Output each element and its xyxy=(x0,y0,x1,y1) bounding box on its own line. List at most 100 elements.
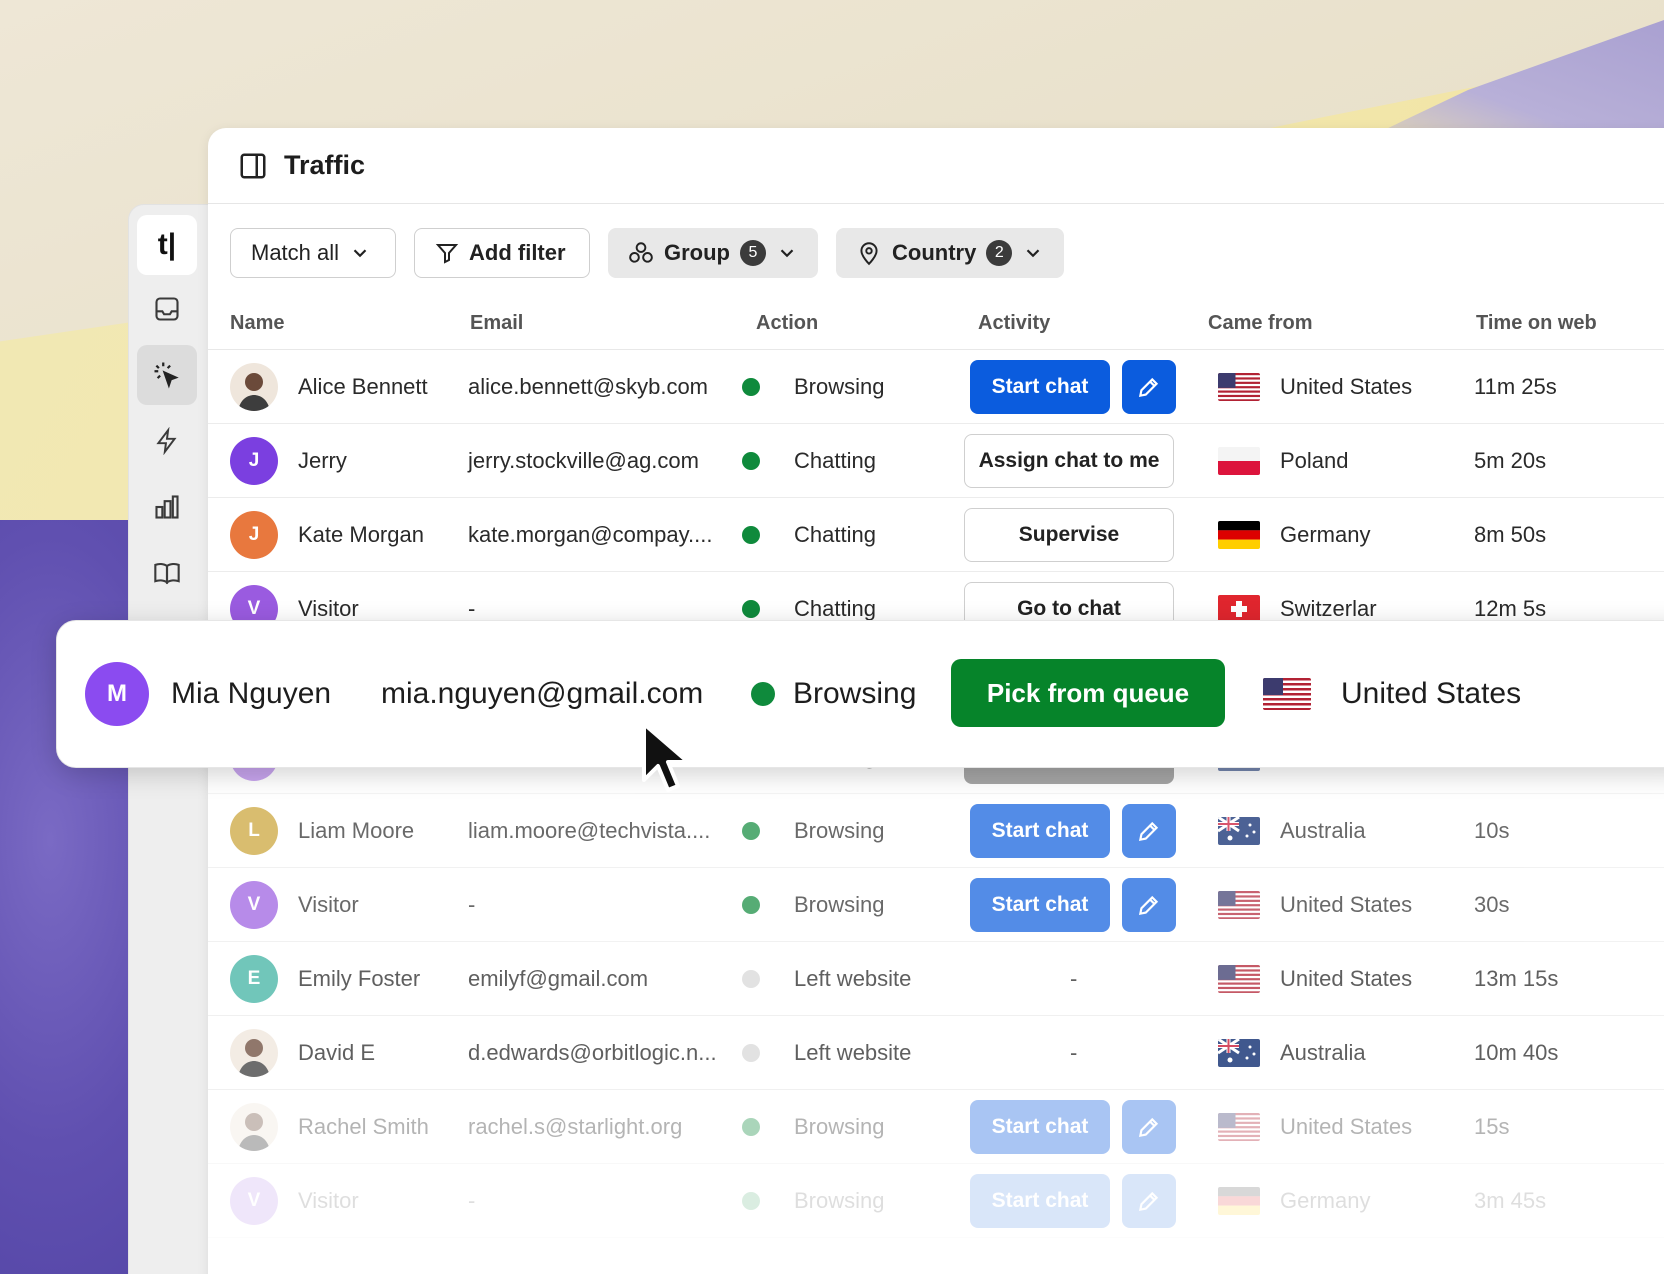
germany-flag-icon xyxy=(1218,520,1260,549)
column-header-came-from[interactable]: Came from xyxy=(1208,312,1312,335)
location-pin-icon xyxy=(860,242,878,266)
chevron-down-icon xyxy=(353,249,367,258)
bar-chart-icon[interactable] xyxy=(137,477,197,537)
time-on-web: 10s xyxy=(1474,817,1510,843)
avatar xyxy=(230,1028,278,1077)
visitor-country: Australia xyxy=(1280,1039,1366,1065)
table-row[interactable]: J Jerry jerry.stockville@ag.com Chatting Ass… xyxy=(208,424,1664,498)
assign-chat-to-me-button[interactable]: Assign chat to me xyxy=(964,433,1174,488)
visitor-email: d.edwards@orbitlogic.n... xyxy=(468,1039,717,1065)
status-dot xyxy=(742,377,760,396)
time-on-web: 3m 45s xyxy=(1474,1187,1547,1213)
visitor-email: jerry.stockville@ag.com xyxy=(468,447,699,473)
start-chat-button[interactable]: Start chat xyxy=(970,877,1110,932)
group-label: Group xyxy=(664,240,730,265)
table-row[interactable]: V Visitor - Browsing Start chat United States… xyxy=(208,868,1664,942)
visitor-name: Emily Foster xyxy=(298,965,421,991)
visitor-status: Chatting xyxy=(794,521,876,547)
lightning-icon[interactable] xyxy=(137,411,197,471)
start-chat-button[interactable]: Start chat xyxy=(970,1099,1110,1154)
pick-from-queue-button[interactable]: Pick from queue xyxy=(951,659,1225,727)
united-states-flag-icon xyxy=(1218,890,1260,919)
us-flag-icon xyxy=(1263,678,1311,710)
table-row[interactable]: E Emily Foster emilyf@gmail.com Left websit… xyxy=(208,942,1664,1016)
avatar: J xyxy=(230,510,278,559)
visitor-name: Rachel Smith xyxy=(298,1113,429,1139)
time-on-web: 13m 15s xyxy=(1474,965,1559,991)
start-chat-button[interactable]: Start chat xyxy=(970,359,1110,414)
visitor-name: Mia Nguyen xyxy=(171,677,332,710)
edit-icon[interactable] xyxy=(1122,1099,1176,1154)
add-filter-button[interactable]: Add filter xyxy=(414,228,590,278)
column-header-email[interactable]: Email xyxy=(470,312,523,335)
book-icon[interactable] xyxy=(137,543,197,603)
visitor-email: - xyxy=(468,595,476,621)
traffic-cursor-icon[interactable] xyxy=(137,345,197,405)
start-chat-button[interactable]: Start chat xyxy=(970,1173,1110,1228)
united-states-flag-icon xyxy=(1218,1112,1260,1141)
edit-icon[interactable] xyxy=(1122,359,1176,414)
visitor-status: Browsing xyxy=(793,677,917,710)
visitor-country: Switzerlar xyxy=(1280,595,1377,621)
visitor-email: rachel.s@starlight.org xyxy=(468,1113,683,1139)
visitor-email: alice.bennett@skyb.com xyxy=(468,373,709,399)
app-logo[interactable]: t| xyxy=(137,215,197,275)
visitor-name: Jerry xyxy=(298,447,347,473)
visitor-country: United States xyxy=(1280,891,1413,917)
visitor-name: Visitor xyxy=(298,595,359,621)
table-row[interactable]: Rachel Smith rachel.s@starlight.org Browsi… xyxy=(208,1090,1664,1164)
time-on-web: 8m 50s xyxy=(1474,521,1547,547)
visitor-email: - xyxy=(468,891,476,917)
status-dot xyxy=(742,599,760,618)
chevron-down-icon xyxy=(1027,249,1040,258)
status-dot xyxy=(751,682,775,706)
edit-icon[interactable] xyxy=(1122,877,1176,932)
table-row[interactable]: David E d.edwards@orbitlogic.n... Left web… xyxy=(208,1016,1664,1090)
visitor-status: Chatting xyxy=(794,447,876,473)
column-header-time-on-web[interactable]: Time on web xyxy=(1476,312,1597,335)
country-filter-chip[interactable]: Country 2 xyxy=(836,228,1065,278)
time-on-web: 10m 40s xyxy=(1474,1039,1559,1065)
supervise-button[interactable]: Supervise xyxy=(964,507,1174,562)
visitor-status: Browsing xyxy=(794,817,885,843)
visitor-email: mia.nguyen@gmail.com xyxy=(381,677,704,710)
highlighted-visitor-row[interactable]: M Mia Nguyen mia.nguyen@gmail.com Browsi… xyxy=(56,620,1664,768)
edit-icon[interactable] xyxy=(1122,1173,1176,1228)
panel-toggle-icon[interactable] xyxy=(238,151,268,181)
australia-flag-icon xyxy=(1218,816,1260,845)
visitor-country: Poland xyxy=(1280,447,1349,473)
column-header-activity[interactable]: Activity xyxy=(978,312,1050,335)
visitor-country: Australia xyxy=(1280,817,1366,843)
group-filter-chip[interactable]: Group 5 xyxy=(608,228,818,278)
group-icon xyxy=(629,242,653,263)
match-all-label: Match all xyxy=(251,240,340,265)
visitor-country: United States xyxy=(1280,1113,1413,1139)
table-row[interactable]: L Liam Moore liam.moore@techvista.... Brows… xyxy=(208,794,1664,868)
action-empty: - xyxy=(1070,1039,1078,1065)
visitor-email: liam.moore@techvista.... xyxy=(468,817,711,843)
visitor-email: kate.morgan@compay.... xyxy=(468,521,713,547)
switzerlar-flag-icon xyxy=(1218,594,1260,623)
start-chat-button[interactable]: Start chat xyxy=(970,803,1110,858)
table-row[interactable]: Alice Bennett alice.bennett@skyb.com Brows… xyxy=(208,350,1664,424)
visitor-name: Visitor xyxy=(298,891,359,917)
avatar: V xyxy=(230,880,278,929)
visitor-country: Germany xyxy=(1280,521,1371,547)
match-all-dropdown[interactable]: Match all xyxy=(230,228,396,278)
country-label: Country xyxy=(892,240,977,265)
avatar: V xyxy=(230,1176,278,1225)
status-dot xyxy=(742,1191,760,1210)
page-title: Traffic xyxy=(284,150,366,180)
poland-flag-icon xyxy=(1218,446,1260,475)
inbox-icon[interactable] xyxy=(137,279,197,339)
visitor-name: Alice Bennett xyxy=(298,373,428,399)
status-dot xyxy=(742,821,760,840)
visitor-status: Left website xyxy=(794,965,912,991)
table-row[interactable]: V Visitor - Browsing Start chat Germany 3m 45s xyxy=(208,1164,1664,1238)
edit-icon[interactable] xyxy=(1122,803,1176,858)
visitor-country: United States xyxy=(1280,965,1413,991)
column-header-action[interactable]: Action xyxy=(756,312,818,335)
column-header-name[interactable]: Name xyxy=(230,312,284,335)
table-row[interactable]: J Kate Morgan kate.morgan@compay.... Chatti… xyxy=(208,498,1664,572)
visitor-email: - xyxy=(468,1187,476,1213)
